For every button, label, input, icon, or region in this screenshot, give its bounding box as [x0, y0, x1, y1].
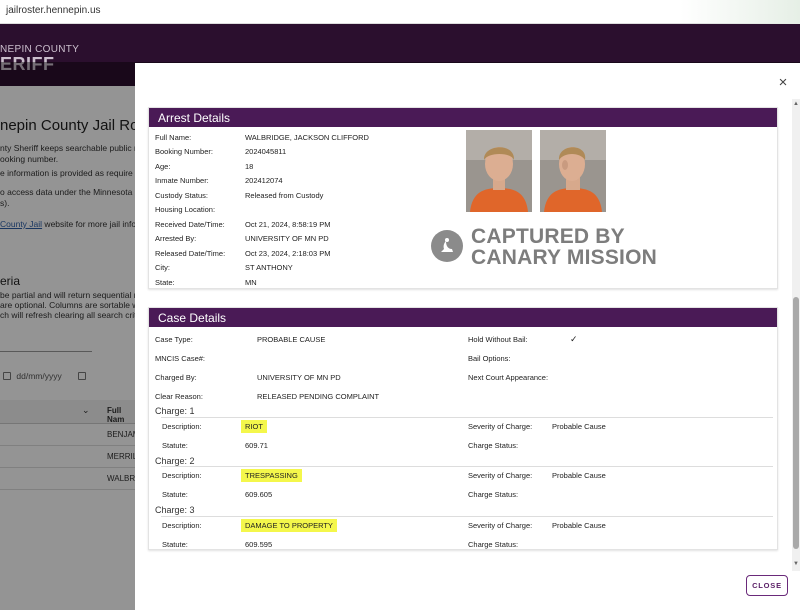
- charge-2-severity: Probable Cause: [552, 471, 606, 480]
- divider: [161, 417, 773, 418]
- field-label: Inmate Number:: [155, 176, 209, 185]
- field-label: Custody Status:: [155, 191, 208, 200]
- field-label: Arrested By:: [155, 234, 197, 243]
- charge-3-statute: 609.595: [245, 540, 273, 549]
- case-type-value: PROBABLE CAUSE: [257, 335, 326, 344]
- close-button[interactable]: CLOSE: [746, 575, 788, 596]
- url-text[interactable]: jailroster.hennepin.us: [6, 5, 101, 16]
- field-label: State:: [155, 278, 175, 287]
- field-label: MNCIS Case#:: [155, 354, 206, 363]
- charge-2-statute: 609.605: [245, 490, 273, 499]
- field-label: Full Name:: [155, 133, 192, 142]
- custody-status-value: Released from Custody: [245, 191, 324, 200]
- divider: [161, 516, 773, 517]
- arrested-by-value: UNIVERSITY OF MN PD: [245, 234, 329, 243]
- booking-photo-profile: [540, 130, 606, 212]
- released-datetime-value: Oct 23, 2024, 2:18:03 PM: [245, 249, 331, 258]
- close-icon[interactable]: ×: [775, 75, 791, 91]
- charge-2-description-highlight: TRESPASSING: [241, 469, 302, 482]
- field-label: Age:: [155, 162, 171, 171]
- arrest-details-panel: Arrest Details Full Name: WALBRIDGE, JAC…: [148, 107, 778, 289]
- field-label: Statute:: [162, 490, 188, 499]
- url-bar-tint: [680, 0, 800, 24]
- received-datetime-value: Oct 21, 2024, 8:58:19 PM: [245, 220, 331, 229]
- booking-number-value: 2024045811: [245, 147, 287, 156]
- scroll-up-icon[interactable]: ▲: [793, 101, 799, 107]
- field-label: Bail Options:: [468, 354, 511, 363]
- charge-1-statute: 609.71: [245, 441, 268, 450]
- field-label: Description:: [162, 422, 202, 431]
- field-label: Charged By:: [155, 373, 197, 382]
- modal-scrollbar[interactable]: ▲ ▼: [792, 99, 800, 571]
- field-label: Housing Location:: [155, 205, 216, 214]
- field-label: Description:: [162, 521, 202, 530]
- field-label: Charge Status:: [468, 490, 519, 499]
- field-label: Clear Reason:: [155, 392, 203, 401]
- charge-3-description: DAMAGE TO PROPERTY: [241, 519, 337, 532]
- watermark-line-2: CANARY MISSION: [471, 246, 657, 269]
- field-label: Statute:: [162, 540, 188, 549]
- hold-without-bail-check-icon: ✓: [570, 334, 578, 344]
- case-details-header: Case Details: [149, 308, 777, 327]
- charge-1-description: RIOT: [241, 420, 267, 433]
- charged-by-value: UNIVERSITY OF MN PD: [257, 373, 341, 382]
- age-value: 18: [245, 162, 254, 171]
- field-label: City:: [155, 263, 170, 272]
- field-label: Charge Status:: [468, 441, 519, 450]
- field-label: Next Court Appearance:: [468, 373, 549, 382]
- charge-3-title: Charge: 3: [155, 505, 195, 515]
- inmate-number-value: 202412074: [245, 176, 283, 185]
- canary-mission-watermark: CAPTURED BY CANARY MISSION: [431, 220, 671, 269]
- charge-2-description: TRESPASSING: [241, 469, 302, 482]
- charge-1-title: Charge: 1: [155, 406, 195, 416]
- charge-3-description-highlight: DAMAGE TO PROPERTY: [241, 519, 337, 532]
- field-label: Severity of Charge:: [468, 471, 533, 480]
- charge-3-severity: Probable Cause: [552, 521, 606, 530]
- browser-url-bar[interactable]: jailroster.hennepin.us: [0, 0, 800, 24]
- canary-logo-icon: [431, 230, 463, 262]
- field-label: Hold Without Bail:: [468, 335, 528, 344]
- field-label: Charge Status:: [468, 540, 519, 549]
- field-label: Booking Number:: [155, 147, 213, 156]
- divider: [161, 466, 773, 467]
- booking-photo-front: [466, 130, 532, 212]
- city-value: ST ANTHONY: [245, 263, 293, 272]
- charge-2-title: Charge: 2: [155, 456, 195, 466]
- case-details-panel: Case Details Case Type: PROBABLE CAUSE M…: [148, 307, 778, 550]
- field-label: Description:: [162, 471, 202, 480]
- field-label: Severity of Charge:: [468, 422, 533, 431]
- field-label: Released Date/Time:: [155, 249, 226, 258]
- field-label: Received Date/Time:: [155, 220, 225, 229]
- inmate-details-modal: × ▲ ▼ Arrest Details Full Name: WALBRIDG…: [135, 63, 800, 610]
- scroll-down-icon[interactable]: ▼: [793, 561, 799, 567]
- field-label: Case Type:: [155, 335, 193, 344]
- charge-1-description-highlight: RIOT: [241, 420, 267, 433]
- clear-reason-value: RELEASED PENDING COMPLAINT: [257, 392, 380, 401]
- arrest-details-header: Arrest Details: [149, 108, 777, 127]
- field-label: Severity of Charge:: [468, 521, 533, 530]
- field-label: Statute:: [162, 441, 188, 450]
- scrollbar-thumb[interactable]: [793, 297, 799, 549]
- full-name-value: WALBRIDGE, JACKSON CLIFFORD: [245, 133, 369, 142]
- state-value: MN: [245, 278, 257, 287]
- charge-1-severity: Probable Cause: [552, 422, 606, 431]
